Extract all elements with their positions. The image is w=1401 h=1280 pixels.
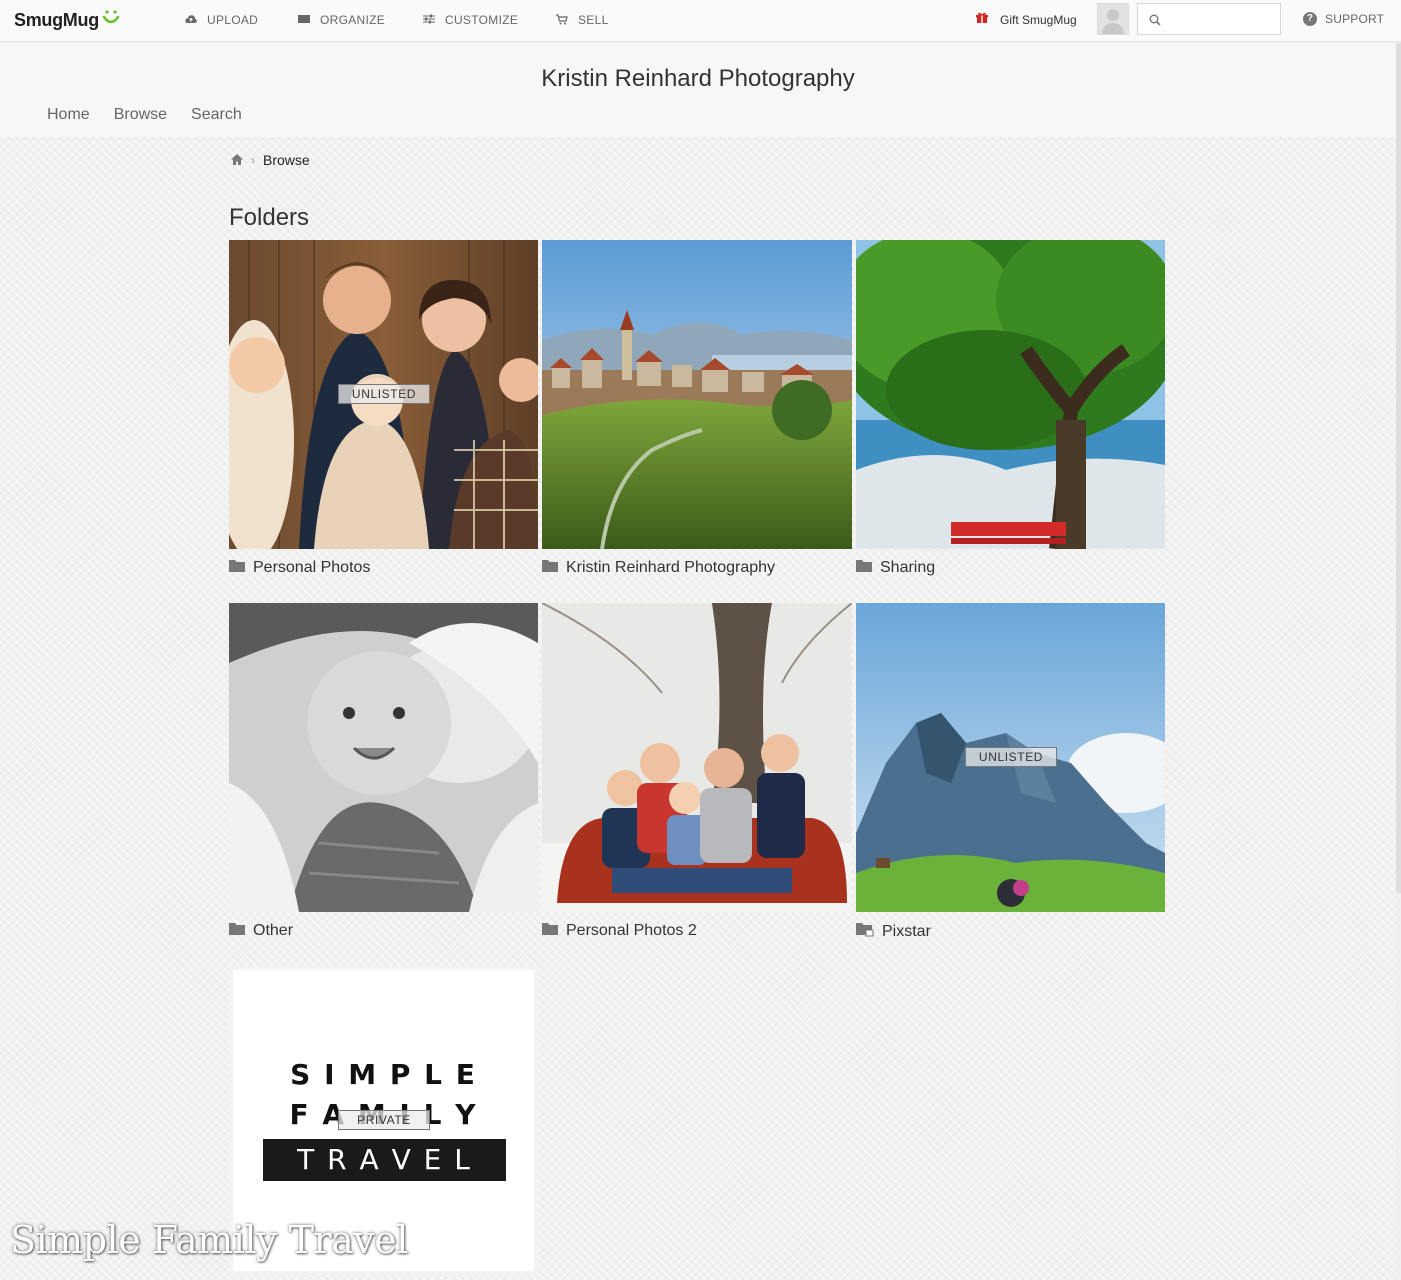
sell-label: SELL bbox=[578, 13, 609, 27]
home-icon[interactable] bbox=[231, 152, 243, 168]
private-badge: PRIVATE bbox=[338, 1110, 430, 1130]
nav-home[interactable]: Home bbox=[47, 106, 90, 124]
customize-button[interactable]: CUSTOMIZE bbox=[423, 13, 518, 27]
folder-thumb-sharing[interactable] bbox=[856, 240, 1165, 549]
breadcrumb: › Browse bbox=[231, 152, 310, 168]
folder-icon bbox=[542, 559, 558, 577]
logo-text: SmugMug bbox=[14, 10, 99, 30]
folder-caption-other[interactable]: Other bbox=[229, 922, 293, 940]
organize-icon bbox=[298, 14, 310, 26]
folder-name: Personal Photos 2 bbox=[566, 922, 697, 939]
folder-icon bbox=[856, 559, 872, 577]
smugmug-logo[interactable]: SmugMug bbox=[14, 8, 120, 33]
nav-browse[interactable]: Browse bbox=[114, 106, 167, 124]
upload-label: UPLOAD bbox=[207, 13, 259, 27]
upload-button[interactable]: UPLOAD bbox=[185, 13, 258, 27]
folder-name: Kristin Reinhard Photography bbox=[566, 559, 776, 576]
folder-icon bbox=[229, 922, 245, 940]
smugmug-smile-icon bbox=[102, 8, 120, 33]
gift-icon bbox=[976, 12, 988, 27]
search-icon bbox=[1149, 13, 1161, 31]
site-nav: Home Browse Search bbox=[47, 106, 242, 124]
folder-thumb-personal-photos-2[interactable] bbox=[542, 603, 852, 912]
site-header: Kristin Reinhard Photography Home Browse… bbox=[0, 43, 1396, 137]
folder-caption-pixstar[interactable]: Pixstar bbox=[856, 922, 931, 942]
folder-caption-personal-photos-2[interactable]: Personal Photos 2 bbox=[542, 922, 697, 940]
breadcrumb-current: Browse bbox=[263, 152, 310, 168]
folder-name: Other bbox=[253, 922, 294, 939]
page-scrollbar[interactable] bbox=[1396, 43, 1401, 893]
folder-caption-sharing[interactable]: Sharing bbox=[856, 559, 935, 577]
watermark: Simple Family Travel bbox=[10, 1218, 408, 1262]
sell-button[interactable]: SELL bbox=[556, 13, 609, 27]
help-icon: ? bbox=[1303, 12, 1317, 26]
search-input[interactable] bbox=[1168, 8, 1276, 30]
logo-line-travel: T R A V E L bbox=[263, 1139, 506, 1181]
logo-line-simple: S I M P L E bbox=[290, 1058, 477, 1091]
customize-label: CUSTOMIZE bbox=[445, 13, 519, 27]
cloud-upload-icon bbox=[185, 14, 197, 26]
folder-caption-personal-photos[interactable]: Personal Photos bbox=[229, 559, 370, 577]
support-label: SUPPORT bbox=[1325, 12, 1385, 26]
breadcrumb-separator-icon: › bbox=[251, 153, 255, 167]
unlisted-badge: UNLISTED bbox=[338, 384, 430, 404]
user-avatar[interactable] bbox=[1097, 3, 1129, 35]
sliders-icon bbox=[423, 14, 435, 26]
gift-label: Gift SmugMug bbox=[1000, 12, 1077, 27]
folder-name: Pixstar bbox=[882, 923, 931, 940]
folder-name: Sharing bbox=[880, 559, 936, 576]
gift-smugmug-link[interactable]: Gift SmugMug bbox=[976, 12, 1077, 27]
top-toolbar: SmugMug UPLOAD ORGANIZE CUSTOMIZE SELL G… bbox=[0, 0, 1401, 42]
nav-search[interactable]: Search bbox=[191, 106, 242, 124]
organize-button[interactable]: ORGANIZE bbox=[298, 13, 385, 27]
folder-icon bbox=[542, 922, 558, 940]
unlisted-badge: UNLISTED bbox=[965, 747, 1057, 767]
folder-caption-kristin-reinhard-photography[interactable]: Kristin Reinhard Photography bbox=[542, 559, 775, 577]
cart-icon bbox=[556, 14, 568, 26]
site-title: Kristin Reinhard Photography bbox=[541, 65, 855, 92]
folder-icon bbox=[229, 559, 245, 577]
folder-name: Personal Photos bbox=[253, 559, 371, 576]
folder-thumb-kristin-reinhard-photography[interactable] bbox=[542, 240, 852, 549]
folder-thumb-other[interactable] bbox=[229, 603, 538, 912]
folders-heading: Folders bbox=[229, 204, 310, 231]
organize-label: ORGANIZE bbox=[320, 13, 386, 27]
locked-folder-icon bbox=[856, 922, 874, 942]
search-box[interactable] bbox=[1137, 3, 1281, 35]
support-link[interactable]: ? SUPPORT bbox=[1303, 12, 1384, 26]
